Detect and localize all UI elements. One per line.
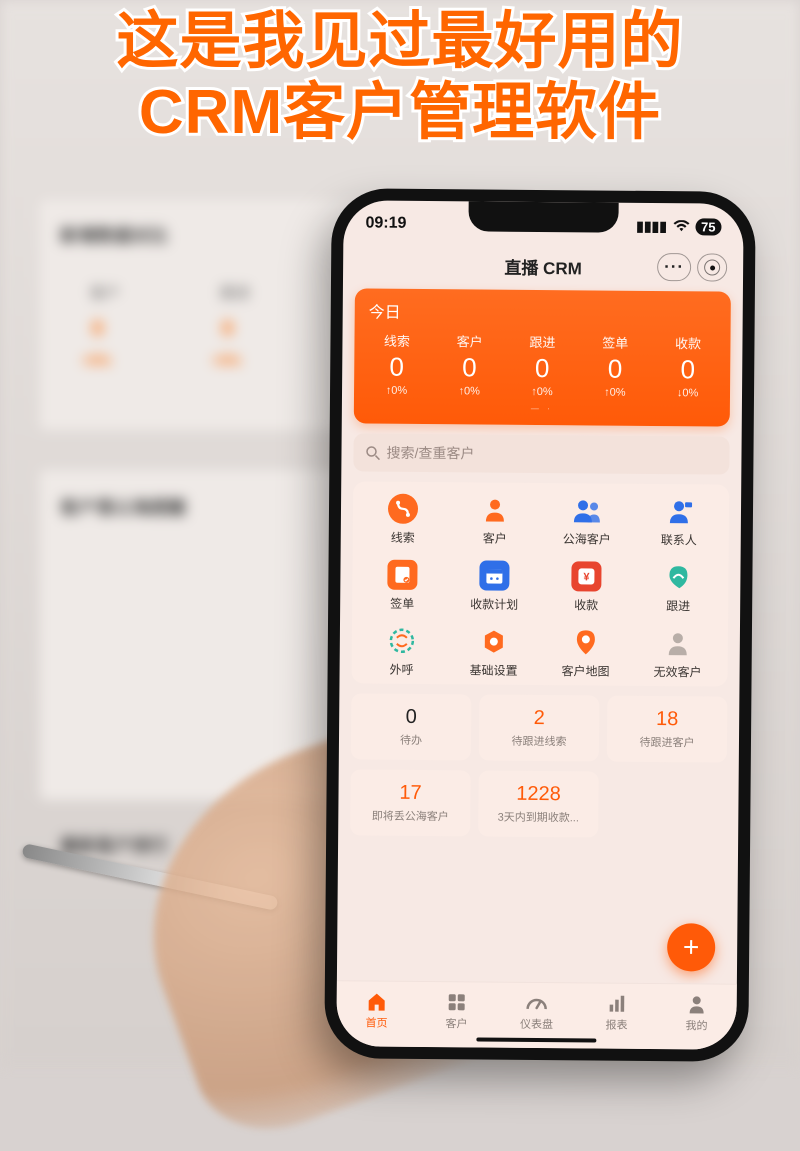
customer-icon <box>480 494 510 524</box>
summary-tiles-row2: 17即将丢公海客户 12283天内到期收款... <box>350 769 727 838</box>
menu-followup[interactable]: 跟进 <box>632 562 724 615</box>
menu-contracts[interactable]: 签单 <box>356 559 448 612</box>
title-bar: 直播 CRM ··· <box>343 246 743 285</box>
payment-plan-icon <box>479 560 509 590</box>
status-time: 09:19 <box>365 214 406 232</box>
menu-customers[interactable]: 客户 <box>449 494 541 547</box>
menu-payments[interactable]: ¥收款 <box>540 561 632 614</box>
menu-public-pool[interactable]: 公海客户 <box>541 495 633 548</box>
tab-mine[interactable]: 我的 <box>656 984 736 1042</box>
tab-home[interactable]: 首页 <box>336 981 416 1039</box>
home-icon <box>366 990 388 1012</box>
stat-followup[interactable]: 跟进0↑0% <box>506 332 579 399</box>
contract-icon <box>387 560 417 590</box>
contacts-icon <box>664 496 694 526</box>
menu-leads[interactable]: 线索 <box>357 493 449 546</box>
stat-contracts[interactable]: 签单0↑0% <box>578 332 651 399</box>
tab-customers[interactable]: 客户 <box>416 982 496 1040</box>
phone-screen: 09:19 ▮▮▮▮ 75 直播 CRM ··· 今日 线索0↑0% 客户0↑0… <box>336 200 743 1049</box>
chart-icon <box>608 992 626 1014</box>
grid-icon <box>448 991 466 1013</box>
phone-frame: 09:19 ▮▮▮▮ 75 直播 CRM ··· 今日 线索0↑0% 客户0↑0… <box>324 188 756 1062</box>
summary-tiles-row1: 0待办 2待跟进线索 18待跟进客户 <box>351 693 728 762</box>
miniprogram-close-button[interactable] <box>697 253 727 281</box>
fab-add-button[interactable]: + <box>667 923 715 971</box>
tab-dashboard[interactable]: 仪表盘 <box>496 983 576 1041</box>
tab-reports[interactable]: 报表 <box>576 983 656 1041</box>
map-pin-icon <box>571 627 601 657</box>
today-stats-card[interactable]: 今日 线索0↑0% 客户0↑0% 跟进0↑0% 签单0↑0% 收款0↓0% — … <box>354 288 731 426</box>
tile-pending-leads[interactable]: 2待跟进线索 <box>479 694 600 761</box>
tile-pending-customers[interactable]: 18待跟进客户 <box>607 696 728 763</box>
plus-icon: + <box>683 931 700 963</box>
tile-todo[interactable]: 0待办 <box>351 693 472 760</box>
public-pool-icon <box>572 495 602 525</box>
invalid-customer-icon <box>663 628 693 658</box>
menu-grid-card: 线索 客户 公海客户 联系人 签单 收款计划 ¥收款 跟进 外呼 基础设置 客户… <box>351 481 729 686</box>
menu-settings[interactable]: 基础设置 <box>448 626 540 679</box>
menu-customer-map[interactable]: 客户地图 <box>540 627 632 680</box>
overlay-caption: 这是我见过最好用的 CRM客户管理软件 <box>0 6 800 149</box>
followup-icon <box>663 562 693 592</box>
tile-due-payments[interactable]: 12283天内到期收款... <box>478 770 599 837</box>
payment-icon: ¥ <box>571 561 601 591</box>
menu-payment-plan[interactable]: 收款计划 <box>448 560 540 613</box>
app-title: 直播 CRM <box>504 253 582 279</box>
search-input[interactable]: 搜索/查重客户 <box>353 433 729 474</box>
user-icon <box>688 993 706 1015</box>
page-indicator: — · <box>360 396 724 414</box>
leads-icon <box>388 494 418 524</box>
outbound-icon <box>387 626 417 656</box>
battery-badge: 75 <box>695 218 722 235</box>
menu-outbound-call[interactable]: 外呼 <box>356 625 448 678</box>
stat-payments[interactable]: 收款0↓0% <box>651 333 724 400</box>
svg-text:¥: ¥ <box>583 571 590 583</box>
miniprogram-menu-button[interactable]: ··· <box>657 253 691 281</box>
today-label: 今日 <box>361 298 725 333</box>
tile-losing-to-pool[interactable]: 17即将丢公海客户 <box>350 769 471 836</box>
stat-leads[interactable]: 线索0↑0% <box>360 330 433 397</box>
settings-icon <box>479 626 509 656</box>
menu-contacts[interactable]: 联系人 <box>633 496 725 549</box>
menu-invalid-customers[interactable]: 无效客户 <box>632 628 724 681</box>
search-icon <box>365 445 380 460</box>
signal-icon: ▮▮▮▮ <box>636 217 667 234</box>
phone-notch <box>468 201 618 232</box>
stat-customers[interactable]: 客户0↑0% <box>433 331 506 398</box>
wifi-icon <box>673 220 689 232</box>
gauge-icon <box>526 991 548 1013</box>
search-placeholder: 搜索/查重客户 <box>386 443 474 464</box>
